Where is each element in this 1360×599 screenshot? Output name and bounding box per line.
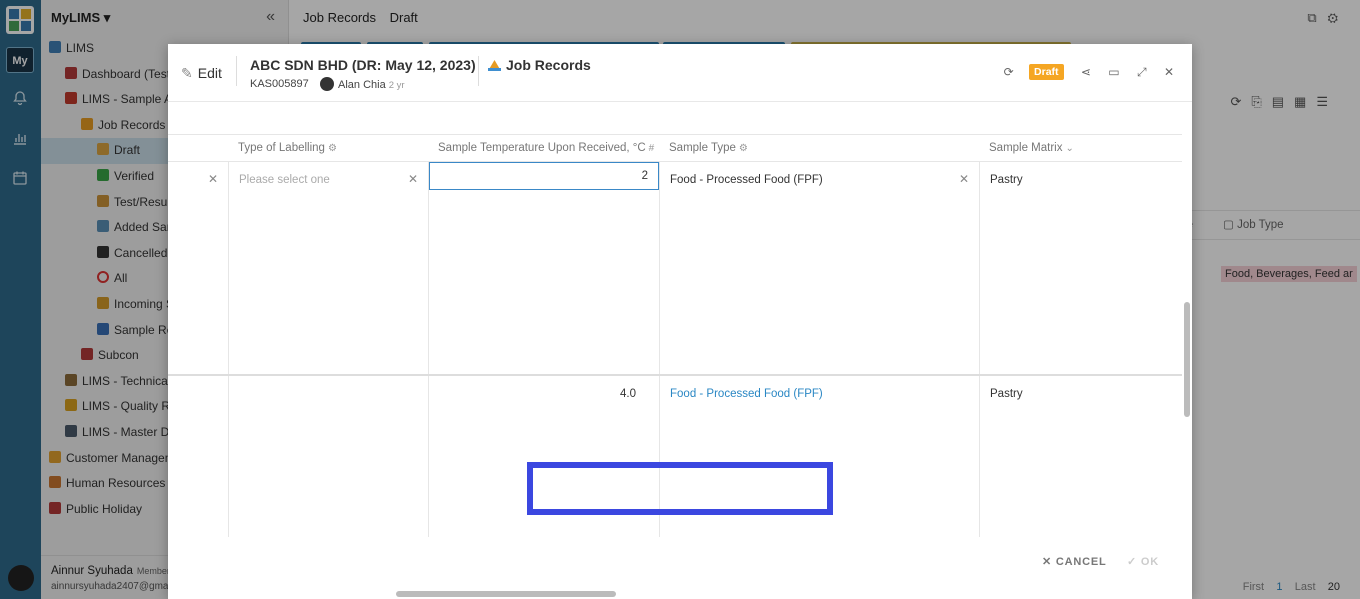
expand-icon[interactable]: ⤢: [1137, 65, 1147, 80]
divider: [236, 56, 237, 86]
divider: [478, 56, 479, 86]
clear-icon[interactable]: ✕: [208, 172, 218, 186]
flask-icon: [488, 60, 501, 71]
share-icon[interactable]: ⋖: [1081, 65, 1091, 79]
edit-record-modal: ✎ Edit ABC SDN BHD (DR: May 12, 2023) KAS…: [168, 44, 1192, 599]
temperature-input[interactable]: 2: [429, 162, 659, 190]
number-icon: #: [648, 143, 655, 154]
modal-header: ✎ Edit ABC SDN BHD (DR: May 12, 2023) KAS…: [168, 44, 1192, 102]
comment-icon[interactable]: ▭: [1108, 65, 1119, 79]
module-link[interactable]: Job Records: [488, 57, 591, 73]
sample-matrix-select[interactable]: Pastry: [990, 174, 1023, 186]
close-icon[interactable]: ✕: [1164, 65, 1174, 79]
ok-button[interactable]: ✓ OK: [1127, 555, 1159, 568]
column-sample-type[interactable]: Sample Type ⚙: [659, 135, 748, 162]
refresh-icon[interactable]: ⟳: [1004, 65, 1014, 79]
record-age: 2 yr: [388, 80, 405, 91]
clear-icon[interactable]: ✕: [959, 172, 969, 186]
vertical-scrollbar[interactable]: [1182, 102, 1192, 537]
modal-actions: ⟳ Draft ⋖ ▭ ⤢ ✕: [990, 64, 1174, 82]
record-owner[interactable]: Alan Chia 2 yr: [320, 77, 405, 91]
sample-type-select[interactable]: Food - Processed Food (FPF): [670, 174, 823, 186]
modal-body: Type of Labelling ⚙ Sample Temperature Up…: [168, 102, 1182, 537]
editing-row: [168, 162, 1182, 376]
puzzle-icon: ⚙: [327, 143, 337, 154]
edit-label: ✎ Edit: [181, 65, 222, 81]
cancel-button[interactable]: ✕ CANCEL: [1042, 555, 1107, 568]
grid-header: Type of Labelling ⚙ Sample Temperature Up…: [168, 134, 1182, 162]
column-sample-matrix[interactable]: Sample Matrix ⌄: [979, 135, 1074, 162]
column-type-of-labelling[interactable]: Type of Labelling ⚙: [228, 135, 337, 162]
puzzle-icon: ⚙: [738, 143, 748, 154]
sample-matrix-value: Pastry: [990, 388, 1023, 400]
pencil-icon: ✎: [181, 65, 193, 81]
sample-type-link[interactable]: Food - Processed Food (FPF): [670, 388, 823, 400]
temperature-value: 4.0: [620, 388, 636, 400]
horizontal-scrollbar[interactable]: [168, 589, 1182, 599]
owner-avatar: [320, 77, 334, 91]
column-sample-temperature[interactable]: Sample Temperature Upon Received, °C #: [428, 135, 654, 162]
record-title: ABC SDN BHD (DR: May 12, 2023): [250, 57, 476, 73]
type-of-labelling-select[interactable]: Please select one: [239, 174, 330, 186]
status-badge: Draft: [1029, 64, 1064, 80]
highlight-box: [527, 462, 833, 515]
record-code: KAS005897: [250, 78, 309, 90]
dropdown-icon: ⌄: [1065, 143, 1074, 154]
clear-icon[interactable]: ✕: [408, 172, 418, 186]
